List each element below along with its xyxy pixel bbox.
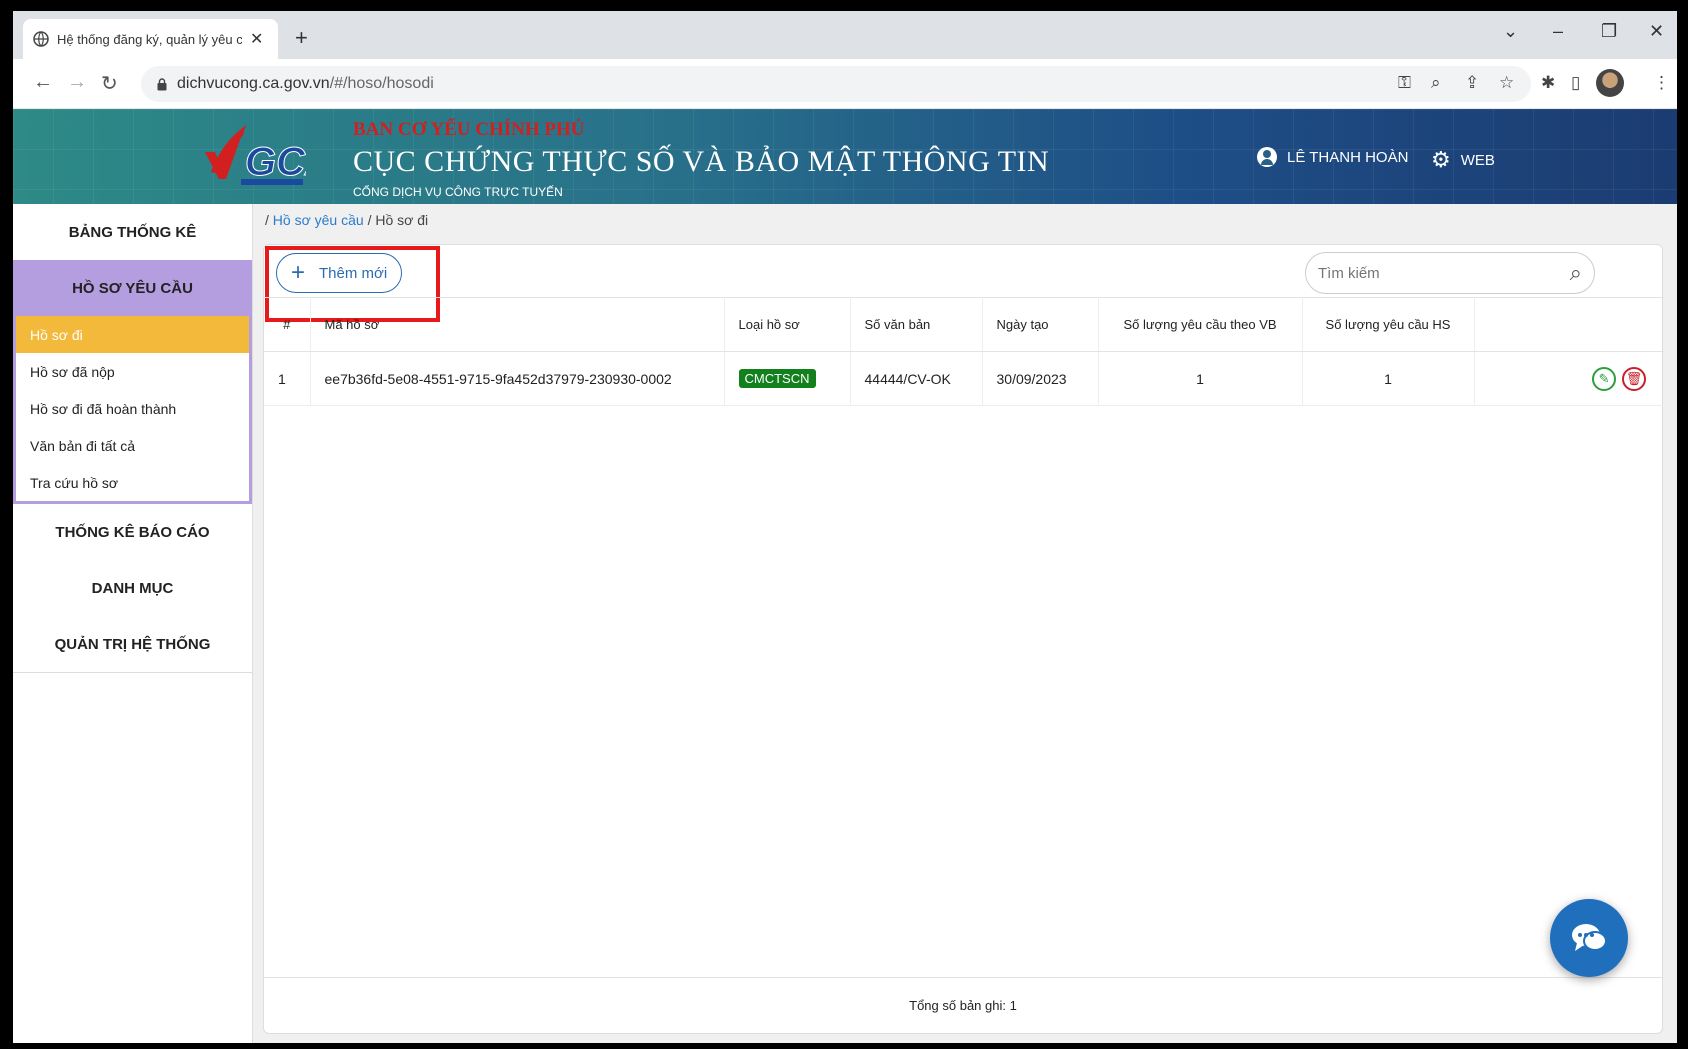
web-label: WEB [1460,151,1495,169]
sidebar-item-submitted[interactable]: Hồ sơ đã nộp [16,353,249,390]
org-subtitle: CỔNG DỊCH VỤ CÔNG TRỰC TUYẾN [353,185,563,199]
sidebar-item-admin[interactable]: QUẢN TRỊ HỆ THỐNG [13,616,252,672]
delete-icon[interactable]: 🗑 [1622,366,1646,391]
breadcrumb-parent[interactable]: Hồ sơ yêu cầu [273,212,364,228]
search-box: ⌕ [1305,252,1595,294]
type-badge: CMCTSCN [738,369,816,388]
add-new-label: Thêm mới [319,264,388,282]
main-content: / Hồ sơ yêu cầu / Hồ sơ đi + Thêm mới ⌕ … [253,204,1677,1043]
cell-qty-vb: 1 [1098,351,1303,406]
col-doc-no: Số văn bản [850,297,983,352]
profile-avatar[interactable] [1596,69,1624,97]
back-icon[interactable]: ← [33,71,53,94]
browser-window: Hệ thống đăng ký, quản lý yêu c ✕ + ⌄ – … [10,8,1680,1046]
restore-icon[interactable]: ❐ [1601,21,1617,42]
user-circle-icon [1257,147,1277,167]
gca-logo[interactable]: GCA [201,117,306,187]
records-table: # Mã hồ sơ Loại hồ sơ Số văn bản Ngày tạ… [264,297,1664,406]
col-code: Mã hồ sơ [310,297,725,352]
sidebar-submenu: Hồ sơ đi Hồ sơ đã nộp Hồ sơ đi đã hoàn t… [13,316,252,504]
cell-created: 30/09/2023 [982,351,1099,406]
chat-button[interactable] [1550,899,1628,977]
share-icon[interactable]: ⇪ [1465,73,1479,93]
search-input[interactable] [1318,264,1570,282]
logo-text: GCA [245,140,306,184]
key-icon[interactable]: ⚿ [1398,73,1411,93]
breadcrumb-separator: / [367,212,372,228]
col-qty-vb: Số lượng yêu cầu theo VB [1098,297,1303,352]
col-type: Loại hồ sơ [724,297,851,352]
sidebar-item-all-documents[interactable]: Văn bản đi tất cả [16,427,249,464]
browser-tab[interactable]: Hệ thống đăng ký, quản lý yêu c ✕ [23,19,278,59]
table-row[interactable]: 1 ee7b36fd-5e08-4551-9715-9fa452d37979-2… [264,351,1664,406]
address-bar[interactable]: dichvucong.ca.gov.vn/#/hoso/hosodi [141,66,1531,102]
chat-bubble-icon [1572,924,1607,951]
sidebar-item-reports[interactable]: THỐNG KÊ BÁO CÁO [13,504,252,560]
close-window-icon[interactable]: ✕ [1649,21,1664,42]
table-footer: Tổng số bản ghi: 1 [264,977,1662,1033]
site-header: GCA BAN CƠ YẾU CHÍNH PHỦ CỤC CHỨNG THỰC … [13,109,1677,204]
cell-actions: ✎ 🗑 [1474,351,1664,406]
cell-qty-hs: 1 [1302,351,1475,406]
cell-index: 1 [264,351,311,406]
records-panel: + Thêm mới ⌕ # Mã hồ sơ Loại hồ sơ Số vă… [263,244,1664,1034]
side-panel-icon[interactable]: ▯ [1571,73,1580,93]
breadcrumb: / Hồ sơ yêu cầu / Hồ sơ đi [265,212,428,228]
add-new-button[interactable]: + Thêm mới [265,246,440,322]
bookmark-star-icon[interactable]: ☆ [1499,73,1514,93]
cell-type: CMCTSCN [724,351,851,406]
sidebar-lower: THỐNG KÊ BÁO CÁO DANH MỤC QUẢN TRỊ HỆ TH… [13,504,252,673]
minimize-icon[interactable]: – [1553,21,1563,42]
sidebar-item-completed[interactable]: Hồ sơ đi đã hoàn thành [16,390,249,427]
breadcrumb-separator: / [265,212,269,228]
url-path: /#/hoso/hosodi [329,75,434,92]
total-records: Tổng số bản ghi: 1 [909,998,1017,1013]
zoom-icon[interactable]: ⌕ [1431,73,1441,93]
col-created: Ngày tạo [982,297,1099,352]
col-index: # [264,297,311,352]
tab-search-icon[interactable]: ⌄ [1503,21,1518,42]
col-qty-hs: Số lượng yêu cầu HS [1302,297,1475,352]
extensions-icon[interactable]: ✱ [1541,73,1555,93]
sidebar-item-stats[interactable]: BẢNG THỐNG KÊ [13,204,252,260]
gear-icon: ⚙ [1431,147,1451,172]
cell-code: ee7b36fd-5e08-4551-9715-9fa452d37979-230… [310,351,725,406]
reload-icon[interactable]: ↻ [101,71,118,96]
breadcrumb-current: Hồ sơ đi [375,212,429,228]
search-icon[interactable]: ⌕ [1570,260,1582,286]
browser-toolbar: ← → ↻ dichvucong.ca.gov.vn/#/hoso/hosodi… [13,59,1677,109]
user-menu[interactable]: LÊ THANH HOÀN [1257,147,1408,167]
org-top-title: BAN CƠ YẾU CHÍNH PHỦ [353,119,585,140]
edit-icon[interactable]: ✎ [1592,366,1617,391]
sidebar-group-requests[interactable]: HỒ SƠ YÊU CẦU [13,260,252,316]
browser-tab-bar: Hệ thống đăng ký, quản lý yêu c ✕ + ⌄ – … [13,11,1677,59]
new-tab-button[interactable]: + [295,25,308,51]
sidebar-item-lookup[interactable]: Tra cứu hồ sơ [16,464,249,501]
org-main-title: CỤC CHỨNG THỰC SỐ VÀ BẢO MẬT THÔNG TIN [353,145,1050,178]
sidebar: BẢNG THỐNG KÊ HỒ SƠ YÊU CẦU Hồ sơ đi Hồ … [13,204,253,1043]
menu-icon[interactable]: ⋮ [1653,73,1670,93]
url-host: dichvucong.ca.gov.vn [177,75,330,92]
url-text: dichvucong.ca.gov.vn/#/hoso/hosodi [177,75,434,93]
globe-icon [33,31,49,47]
sidebar-item-outgoing[interactable]: Hồ sơ đi [16,316,249,353]
web-link[interactable]: ⚙ WEB [1431,147,1495,173]
lock-icon [157,77,167,90]
user-name: LÊ THANH HOÀN [1287,148,1409,166]
tab-title: Hệ thống đăng ký, quản lý yêu c [57,31,242,47]
col-actions [1474,297,1664,352]
plus-icon: + [291,259,306,286]
forward-icon[interactable]: → [67,71,87,94]
table-header-row: # Mã hồ sơ Loại hồ sơ Số văn bản Ngày tạ… [264,297,1664,352]
cell-doc-no: 44444/CV-OK [850,351,983,406]
sidebar-item-catalog[interactable]: DANH MỤC [13,560,252,616]
tab-close-icon[interactable]: ✕ [250,29,263,49]
